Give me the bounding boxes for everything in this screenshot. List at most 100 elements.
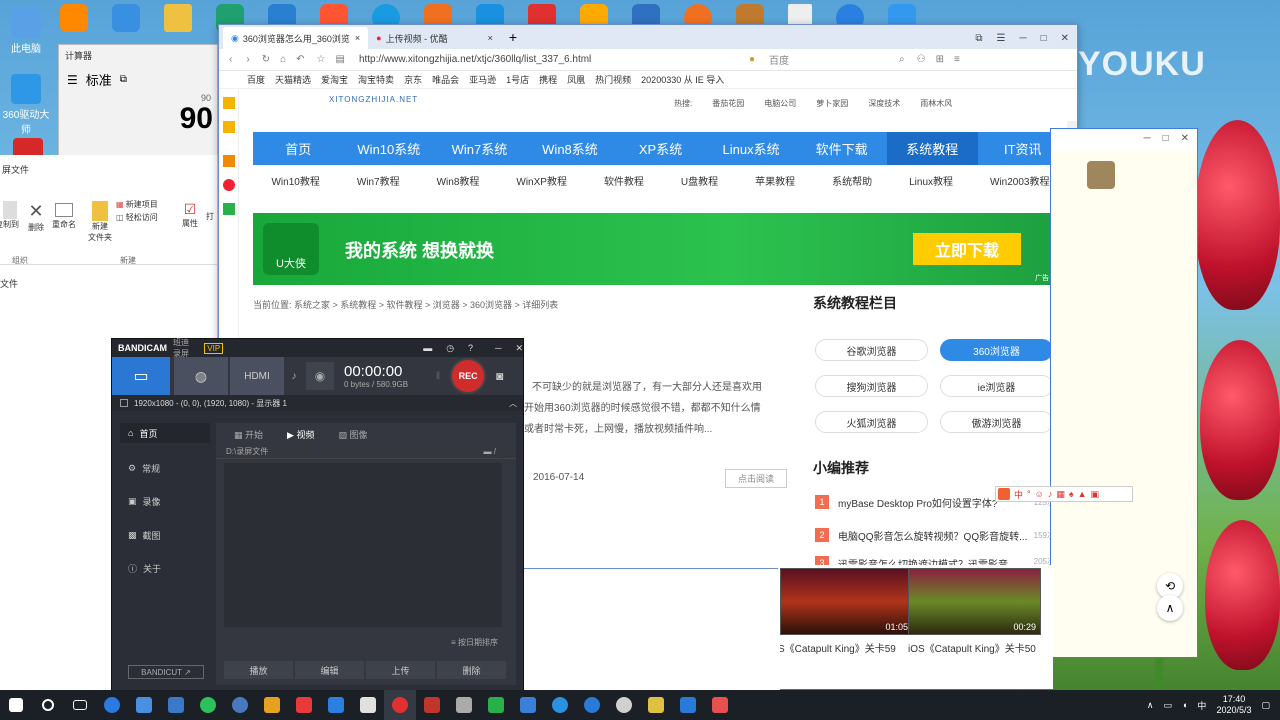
notification-icon[interactable]: ▢ (1261, 700, 1270, 711)
taskbar-app[interactable] (672, 690, 704, 720)
taskbar-app[interactable] (224, 690, 256, 720)
app-icon[interactable] (112, 4, 140, 32)
bandicam-nav-home[interactable]: ⌂首页 (120, 423, 210, 443)
collapse-icon[interactable]: ︿ (509, 398, 517, 409)
favorite-link[interactable]: 携程 (539, 73, 557, 86)
restore-tabs-icon[interactable]: ⧉ (975, 33, 982, 44)
favorites-side-icon[interactable] (223, 97, 235, 109)
bandicam-nav-general[interactable]: ⚙常规 (120, 458, 210, 478)
emoji-icon[interactable]: ☺ (1035, 489, 1044, 499)
tab-image[interactable]: ▨ 图像 (338, 428, 367, 441)
file-list[interactable] (224, 463, 502, 627)
close-icon[interactable]: ✕ (515, 343, 523, 354)
hot-link[interactable]: 番茄花园 (712, 98, 744, 109)
avatar[interactable] (1087, 161, 1115, 189)
minimize-icon[interactable]: ─ (1019, 33, 1026, 44)
properties-button[interactable]: ☑ 属性 (180, 201, 200, 229)
taskbar-app[interactable] (352, 690, 384, 720)
rename-button[interactable]: 重命名 (50, 201, 78, 230)
subnav-item[interactable]: 系统帮助 (832, 173, 872, 191)
search-button[interactable] (32, 690, 64, 720)
nav-item[interactable]: 软件下载 (796, 132, 887, 165)
taskbar-app[interactable] (448, 690, 480, 720)
delete-button[interactable]: 删除 (437, 661, 506, 679)
video-title[interactable]: S《Catapult King》关卡59 (778, 640, 903, 655)
video-title[interactable]: iOS《Catapult King》关卡50 (908, 640, 1048, 655)
copy-to-button[interactable]: 复制到 (0, 201, 20, 230)
punctuation-icon[interactable]: ° (1027, 489, 1031, 499)
edit-button[interactable]: 编辑 (295, 661, 364, 679)
subnav-item[interactable]: 软件教程 (604, 173, 644, 191)
taskbar-app[interactable] (128, 690, 160, 720)
nav-item[interactable]: Win8系统 (525, 132, 616, 165)
refresh-icon[interactable]: ↻ (262, 54, 270, 65)
sort-by-date[interactable]: ≡ 按日期排序 (451, 637, 498, 648)
tab-video[interactable]: ▶ 视频 (287, 428, 314, 441)
start-button[interactable] (0, 690, 32, 720)
favorite-link[interactable]: 百度 (247, 73, 265, 86)
close-icon[interactable]: ✕ (1181, 133, 1189, 147)
keep-on-top-icon[interactable]: ⧉ (120, 74, 127, 85)
sidebar-button[interactable]: 火狐浏览器 (815, 411, 928, 433)
new-folder-button[interactable]: 新建 文件夹 (86, 201, 114, 243)
favorite-link[interactable]: 热门视频 (595, 73, 631, 86)
favorite-link[interactable]: 爱淘宝 (321, 73, 348, 86)
hot-link[interactable]: 萝卜家园 (816, 98, 848, 109)
menu-icon[interactable]: ≡ (954, 54, 960, 65)
calculator-window[interactable]: 计算器 ☰ 标准 ⧉ 90 90 (58, 44, 218, 156)
taskbar-app[interactable] (320, 690, 352, 720)
nav-item[interactable]: XP系统 (615, 132, 706, 165)
new-tab-icon[interactable]: + (509, 29, 517, 45)
play-button[interactable]: 播放 (224, 661, 293, 679)
subnav-item[interactable]: Linux教程 (909, 173, 953, 191)
taskbar-app[interactable] (160, 690, 192, 720)
weibo-side-icon[interactable] (223, 179, 235, 191)
show-hidden-icons[interactable]: ∧ (1147, 700, 1154, 711)
nav-item-active[interactable]: 系统教程 (887, 132, 978, 165)
folder-icon[interactable]: ▬ (423, 343, 432, 353)
undo-icon[interactable]: ↶ (296, 54, 304, 65)
taskbar-app[interactable] (576, 690, 608, 720)
sidebar-button[interactable]: 搜狗浏览器 (815, 375, 928, 397)
tools-icon[interactable]: ▣ (1091, 489, 1100, 500)
taskbar-app[interactable] (288, 690, 320, 720)
favorite-link[interactable]: 淘宝特卖 (358, 73, 394, 86)
delete-button[interactable]: ✕ 删除 (24, 201, 48, 233)
taskbar-app[interactable] (704, 690, 736, 720)
taskbar-app[interactable] (192, 690, 224, 720)
bandicam-nav-video[interactable]: ▣录像 (120, 491, 210, 511)
subnav-item[interactable]: Win10教程 (271, 173, 319, 191)
read-more-button[interactable]: 点击阅读 (725, 469, 787, 488)
easy-access-button[interactable]: ◫ 轻松访问 (116, 212, 158, 223)
close-window-icon[interactable]: ✕ (1061, 33, 1069, 44)
tab-active[interactable]: ◉ 360浏览器怎么用_360浏览 × (223, 27, 368, 49)
sidebar-button[interactable]: 谷歌浏览器 (815, 339, 928, 361)
subnav-item[interactable]: Win7教程 (357, 173, 400, 191)
maximize-icon[interactable]: □ (1041, 33, 1047, 44)
notes-side-icon[interactable] (223, 121, 235, 133)
screenshot-icon[interactable]: ◙ (496, 369, 503, 383)
extensions-icon[interactable]: ⊞ (936, 54, 944, 65)
menu-icon[interactable]: ☰ (997, 33, 1006, 44)
sidebar-button-active[interactable]: 360浏览器 (940, 339, 1053, 361)
folder-icon[interactable]: ▬ / (484, 447, 496, 456)
scroll-up-icon[interactable]: ∧ (1157, 595, 1183, 621)
search-engine-icon[interactable]: ● (749, 54, 755, 65)
close-icon[interactable]: × (488, 33, 493, 43)
taskbar-app[interactable] (544, 690, 576, 720)
nav-item[interactable]: 首页 (253, 132, 344, 165)
favorite-link[interactable]: 1号店 (506, 73, 529, 86)
keyboard-icon[interactable]: ▦ (1056, 489, 1065, 500)
screen-mode-button[interactable]: ▭ (112, 357, 170, 395)
app-side-icon[interactable] (223, 203, 235, 215)
sidebar-button[interactable]: 傲游浏览器 (940, 411, 1053, 433)
subnav-item[interactable]: Win8教程 (437, 173, 480, 191)
chat-window[interactable]: ─ □ ✕ ⟲ ∧ (1050, 128, 1198, 658)
app-icon[interactable] (60, 4, 88, 32)
minimize-icon[interactable]: ─ (495, 343, 501, 353)
open-button[interactable]: 打 (206, 211, 214, 222)
nav-item[interactable]: Win7系统 (434, 132, 525, 165)
bandicam-window[interactable]: BANDICAM 班迪录屏 VIP ▬ ◷ ? ─ ✕ ▭ ◍ HDMI ♪ ◉… (111, 338, 524, 693)
subnav-item[interactable]: WinXP教程 (516, 173, 567, 191)
taskbar-app[interactable] (416, 690, 448, 720)
